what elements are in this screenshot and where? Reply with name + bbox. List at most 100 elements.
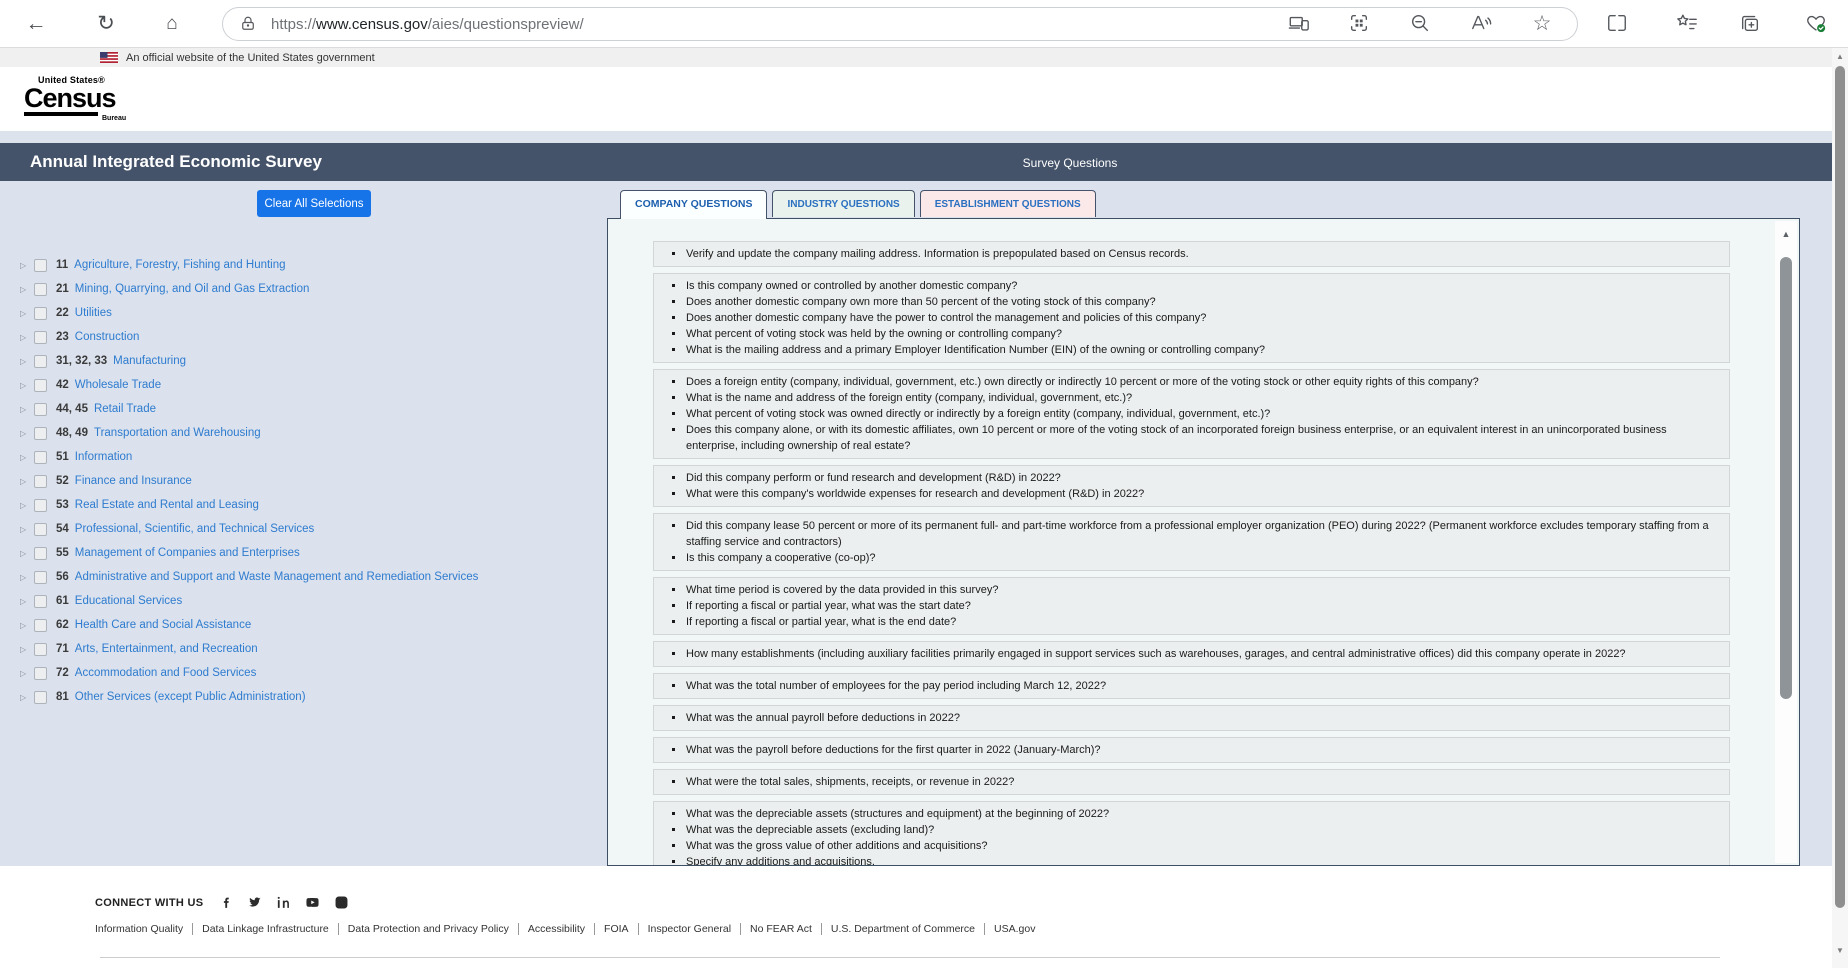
sector-checkbox[interactable] xyxy=(34,619,47,632)
sector-checkbox[interactable] xyxy=(34,499,47,512)
scroll-up-icon[interactable]: ▲ xyxy=(1832,52,1848,61)
sector-checkbox[interactable] xyxy=(34,331,47,344)
chevron-right-icon[interactable]: ▷ xyxy=(20,357,34,366)
sector-checkbox[interactable] xyxy=(34,691,47,704)
url-text[interactable]: https://www.census.gov/aies/questionspre… xyxy=(271,16,584,33)
sector-link[interactable]: Retail Trade xyxy=(94,403,156,415)
chevron-right-icon[interactable]: ▷ xyxy=(20,621,34,630)
sector-checkbox[interactable] xyxy=(34,427,47,440)
panel-scrollbar-thumb[interactable] xyxy=(1780,257,1792,699)
sector-link[interactable]: Health Care and Social Assistance xyxy=(75,619,251,631)
sector-row[interactable]: ▷ 54 Professional, Scientific, and Techn… xyxy=(14,517,594,541)
sector-row[interactable]: ▷ 52 Finance and Insurance xyxy=(14,469,594,493)
instagram-icon[interactable] xyxy=(335,896,348,909)
tab-industry-questions[interactable]: INDUSTRY QUESTIONS xyxy=(772,190,914,217)
chevron-right-icon[interactable]: ▷ xyxy=(20,501,34,510)
sector-checkbox[interactable] xyxy=(34,379,47,392)
sector-link[interactable]: Educational Services xyxy=(75,595,182,607)
sector-row[interactable]: ▷ 31, 32, 33 Manufacturing xyxy=(14,349,594,373)
sector-row[interactable]: ▷ 72 Accommodation and Food Services xyxy=(14,661,594,685)
home-icon[interactable]: ⌂ xyxy=(158,10,186,38)
footer-link-data-linkage-infrastructure[interactable]: Data Linkage Infrastructure xyxy=(193,923,338,935)
sector-link[interactable]: Administrative and Support and Waste Man… xyxy=(75,571,479,583)
chevron-right-icon[interactable]: ▷ xyxy=(20,453,34,462)
sector-link[interactable]: Arts, Entertainment, and Recreation xyxy=(75,643,258,655)
collections-icon[interactable] xyxy=(1739,12,1763,36)
sector-row[interactable]: ▷ 56 Administrative and Support and Wast… xyxy=(14,565,594,589)
vertical-scrollbar-thumb[interactable] xyxy=(1835,66,1845,908)
sector-checkbox[interactable] xyxy=(34,403,47,416)
sector-link[interactable]: Finance and Insurance xyxy=(75,475,192,487)
chevron-right-icon[interactable]: ▷ xyxy=(20,645,34,654)
sector-checkbox[interactable] xyxy=(34,667,47,680)
sector-row[interactable]: ▷ 81 Other Services (except Public Admin… xyxy=(14,685,594,709)
sector-checkbox[interactable] xyxy=(34,451,47,464)
footer-link-u-s-department-of-commerce[interactable]: U.S. Department of Commerce xyxy=(822,923,984,935)
tab-company-questions[interactable]: COMPANY QUESTIONS xyxy=(620,190,767,219)
nav-survey-questions[interactable]: Survey Questions xyxy=(1000,156,1140,170)
favorites-list-icon[interactable] xyxy=(1676,12,1700,36)
sector-row[interactable]: ▷ 48, 49 Transportation and Warehousing xyxy=(14,421,594,445)
sector-row[interactable]: ▷ 53 Real Estate and Rental and Leasing xyxy=(14,493,594,517)
sector-link[interactable]: Construction xyxy=(75,331,140,343)
facebook-icon[interactable] xyxy=(219,896,232,909)
chevron-right-icon[interactable]: ▷ xyxy=(20,333,34,342)
chevron-right-icon[interactable]: ▷ xyxy=(20,477,34,486)
sector-checkbox[interactable] xyxy=(34,595,47,608)
browser-essentials-icon[interactable] xyxy=(1805,12,1829,36)
chevron-right-icon[interactable]: ▷ xyxy=(20,309,34,318)
footer-link-data-protection-and-privacy-policy[interactable]: Data Protection and Privacy Policy xyxy=(339,923,518,935)
sector-row[interactable]: ▷ 21 Mining, Quarrying, and Oil and Gas … xyxy=(14,277,594,301)
vertical-scrollbar[interactable]: ▲ ▼ xyxy=(1832,48,1848,968)
read-aloud-icon[interactable] xyxy=(1470,12,1494,36)
scroll-down-icon[interactable]: ▼ xyxy=(1832,946,1848,955)
address-bar[interactable]: https://www.census.gov/aies/questionspre… xyxy=(222,7,1578,41)
zoom-out-icon[interactable] xyxy=(1409,12,1433,36)
sector-checkbox[interactable] xyxy=(34,307,47,320)
sector-checkbox[interactable] xyxy=(34,283,47,296)
census-logo[interactable]: United States® Census Bureau xyxy=(24,75,144,116)
sector-row[interactable]: ▷ 55 Management of Companies and Enterpr… xyxy=(14,541,594,565)
sector-row[interactable]: ▷ 51 Information xyxy=(14,445,594,469)
footer-link-inspector-general[interactable]: Inspector General xyxy=(639,923,740,935)
chevron-right-icon[interactable]: ▷ xyxy=(20,285,34,294)
chevron-right-icon[interactable]: ▷ xyxy=(20,525,34,534)
chevron-right-icon[interactable]: ▷ xyxy=(20,405,34,414)
sector-row[interactable]: ▷ 23 Construction xyxy=(14,325,594,349)
linkedin-icon[interactable] xyxy=(277,896,290,909)
youtube-icon[interactable] xyxy=(306,896,319,909)
sector-link[interactable]: Management of Companies and Enterprises xyxy=(75,547,300,559)
sector-link[interactable]: Accommodation and Food Services xyxy=(75,667,257,679)
back-icon[interactable]: ← xyxy=(22,10,50,38)
chevron-right-icon[interactable]: ▷ xyxy=(20,261,34,270)
panel-scroll-up-icon[interactable]: ▲ xyxy=(1775,229,1797,239)
send-to-devices-icon[interactable] xyxy=(1288,12,1312,36)
sector-link[interactable]: Agriculture, Forestry, Fishing and Hunti… xyxy=(74,259,285,271)
sector-row[interactable]: ▷ 71 Arts, Entertainment, and Recreation xyxy=(14,637,594,661)
sector-link[interactable]: Real Estate and Rental and Leasing xyxy=(75,499,259,511)
favorites-star-icon[interactable]: ☆ xyxy=(1530,12,1554,36)
footer-link-accessibility[interactable]: Accessibility xyxy=(519,923,594,935)
sector-row[interactable]: ▷ 44, 45 Retail Trade xyxy=(14,397,594,421)
sector-link[interactable]: Professional, Scientific, and Technical … xyxy=(75,523,315,535)
sector-row[interactable]: ▷ 62 Health Care and Social Assistance xyxy=(14,613,594,637)
sector-row[interactable]: ▷ 22 Utilities xyxy=(14,301,594,325)
sector-link[interactable]: Utilities xyxy=(75,307,112,319)
sector-row[interactable]: ▷ 42 Wholesale Trade xyxy=(14,373,594,397)
chevron-right-icon[interactable]: ▷ xyxy=(20,381,34,390)
clear-all-selections-button[interactable]: Clear All Selections xyxy=(257,190,371,217)
tab-establishment-questions[interactable]: ESTABLISHMENT QUESTIONS xyxy=(920,190,1096,217)
footer-link-usa-gov[interactable]: USA.gov xyxy=(985,923,1044,935)
chevron-right-icon[interactable]: ▷ xyxy=(20,693,34,702)
sector-row[interactable]: ▷ 61 Educational Services xyxy=(14,589,594,613)
sector-checkbox[interactable] xyxy=(34,643,47,656)
sector-checkbox[interactable] xyxy=(34,259,47,272)
footer-link-information-quality[interactable]: Information Quality xyxy=(95,923,192,935)
twitter-icon[interactable] xyxy=(248,896,261,909)
chevron-right-icon[interactable]: ▷ xyxy=(20,573,34,582)
sector-link[interactable]: Mining, Quarrying, and Oil and Gas Extra… xyxy=(75,283,310,295)
web-capture-icon[interactable] xyxy=(1348,12,1372,36)
footer-link-no-fear-act[interactable]: No FEAR Act xyxy=(741,923,821,935)
chevron-right-icon[interactable]: ▷ xyxy=(20,669,34,678)
sector-checkbox[interactable] xyxy=(34,571,47,584)
